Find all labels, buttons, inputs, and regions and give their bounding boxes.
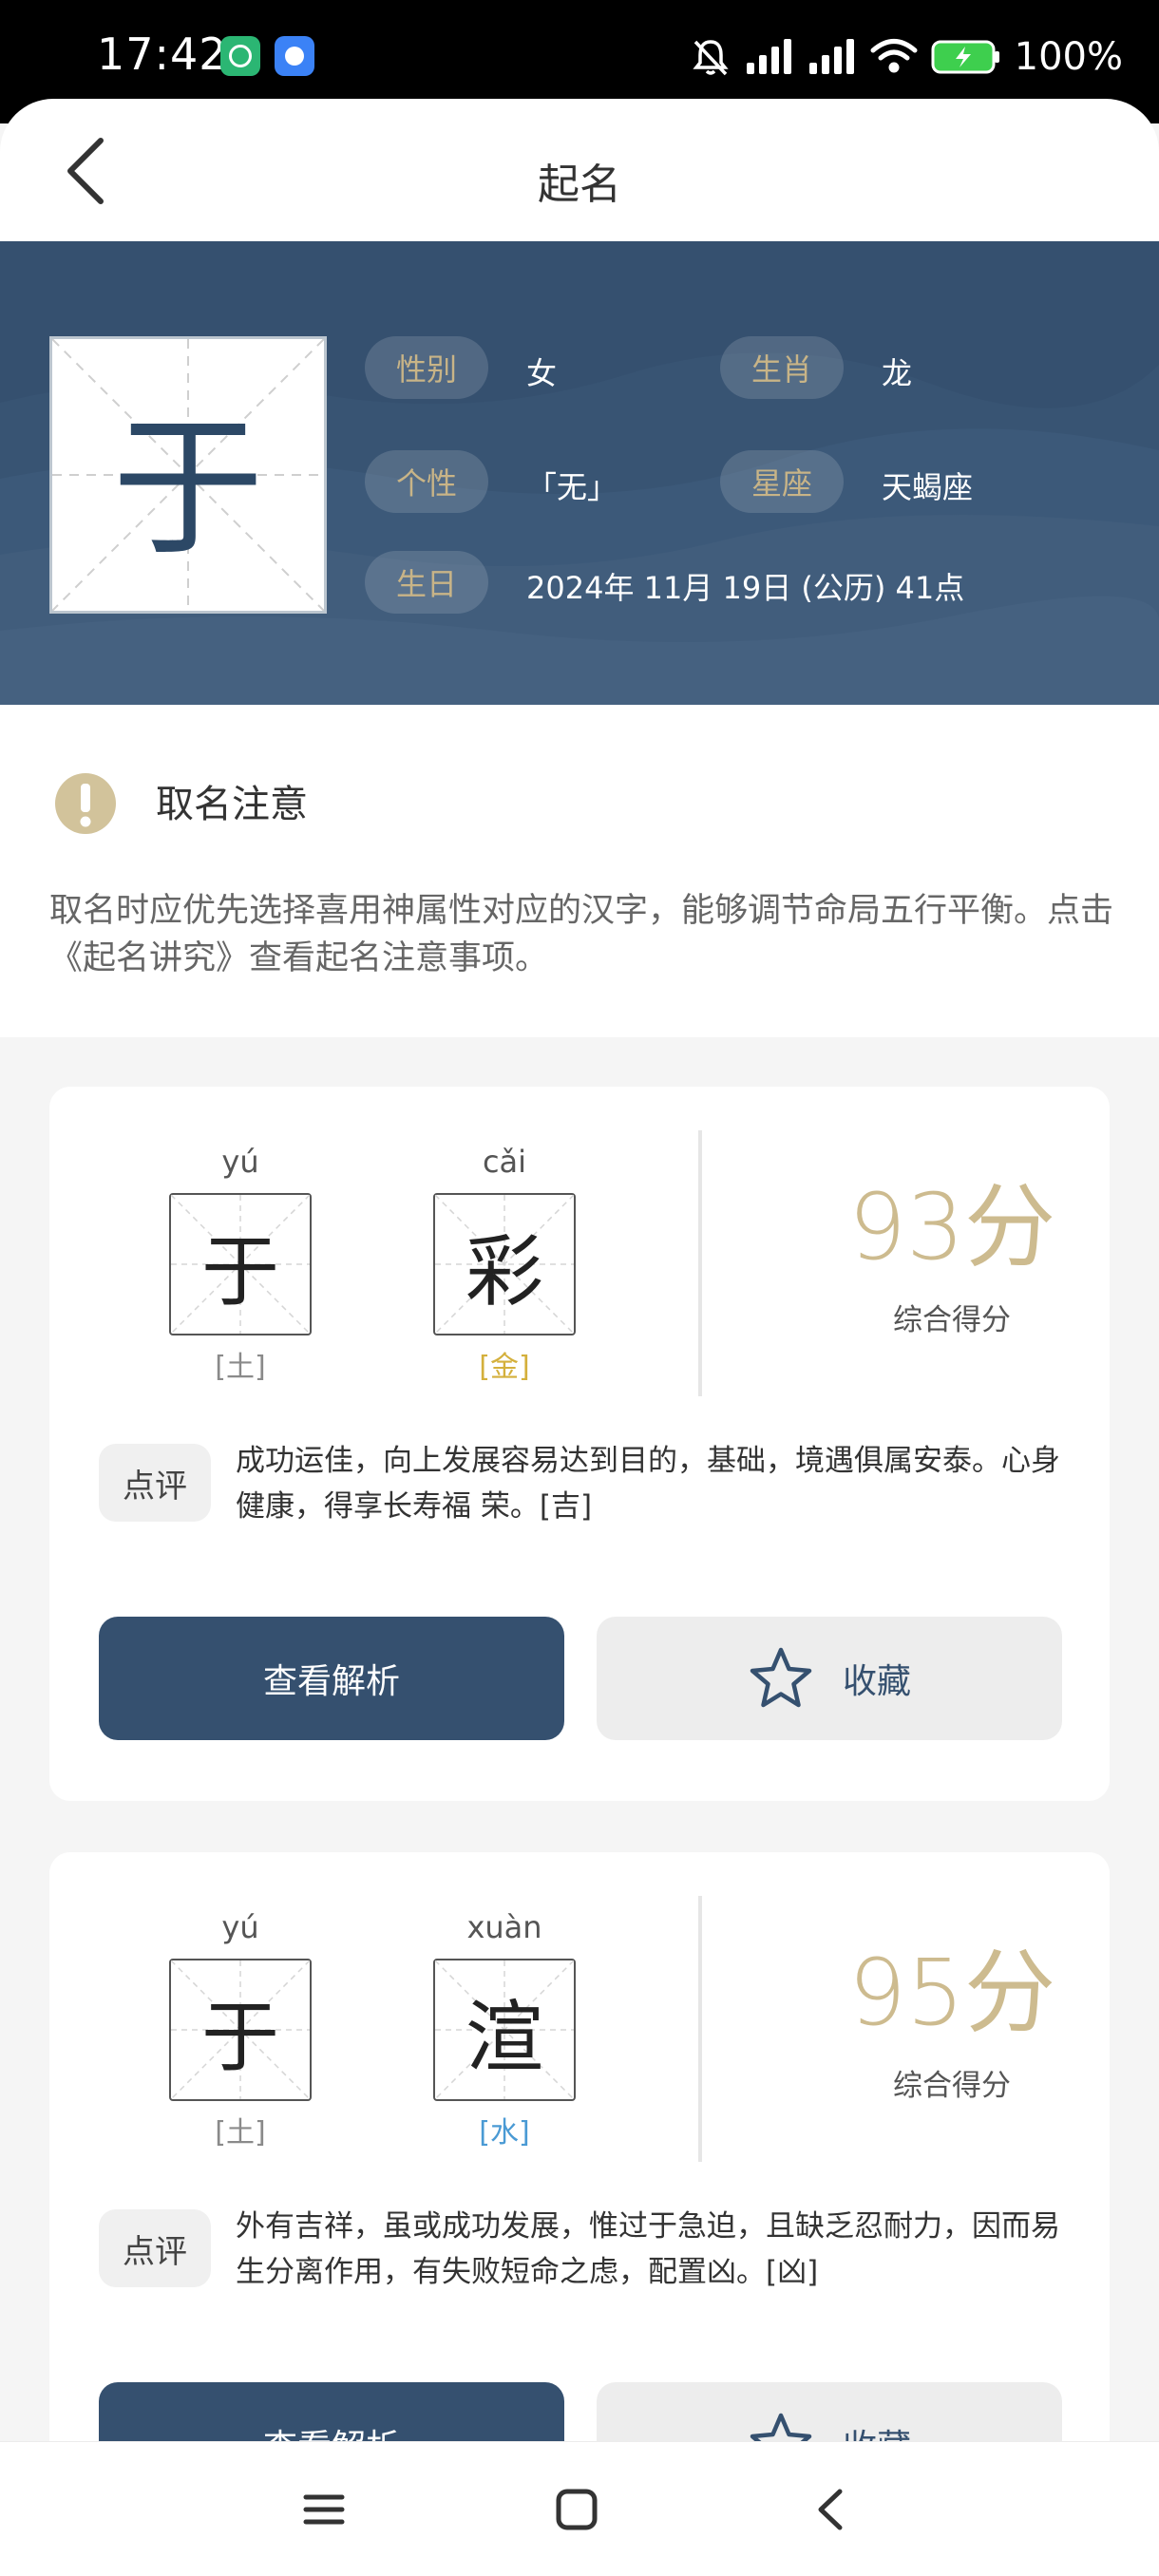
personality-value: 「无」 xyxy=(526,469,618,505)
pinyin-label: xuàn xyxy=(466,1909,542,1945)
notice-text: 取名时应优先选择喜用神属性对应的汉字，能够调节命局五行平衡。点击《起名讲究》查看… xyxy=(49,892,1114,977)
signal-icon xyxy=(746,39,791,74)
review-text: 外有吉祥，虽或成功发展，惟过于急迫，且缺乏忍耐力，因而易生分离作用，有失败短命之… xyxy=(236,2209,1060,2289)
character-box: 于 xyxy=(169,1959,312,2101)
notice-title: 取名注意 xyxy=(156,783,308,826)
status-time: 17:42 xyxy=(97,28,228,80)
divider xyxy=(698,1130,702,1396)
favorite-button[interactable]: 收藏 xyxy=(597,1617,1062,1740)
back-icon xyxy=(818,2489,843,2530)
zodiac-label: 生肖 xyxy=(720,336,844,399)
status-icons: 100% xyxy=(690,28,1123,85)
profile-banner: 于 性别 女 生肖 龙 个性 「无」 星座 天蝎座 生日 2024年 11月 1… xyxy=(0,241,1159,705)
zodiac-value: 龙 xyxy=(882,355,913,391)
element-label: [土] xyxy=(215,1351,266,1384)
back-nav-button[interactable] xyxy=(798,2476,864,2543)
system-nav-bar xyxy=(0,2441,1159,2576)
review-tag: 点评 xyxy=(99,1444,211,1522)
battery-icon xyxy=(931,40,999,74)
favorite-label: 收藏 xyxy=(842,1662,911,1701)
view-analysis-button[interactable]: 查看解析 xyxy=(99,1617,564,1740)
menu-button[interactable] xyxy=(291,2476,357,2543)
character-box: 于 xyxy=(169,1193,312,1335)
header: 起名 xyxy=(0,99,1159,241)
signal-icon xyxy=(808,39,854,74)
element-label: [土] xyxy=(215,2116,266,2150)
element-label: [金] xyxy=(479,1351,530,1384)
home-button[interactable] xyxy=(543,2476,610,2543)
pinyin-label: cǎi xyxy=(482,1144,527,1180)
app-notification-icon xyxy=(220,36,260,76)
name-character: 于 xyxy=(200,1226,279,1317)
page: 17:42 100% 起名 于 性别 女 生肖 龙 个性 「无」 星座 天蝎座 … xyxy=(0,0,1159,2576)
constellation-label: 星座 xyxy=(720,450,844,513)
wifi-icon xyxy=(870,39,918,73)
surname-character: 于 xyxy=(111,399,264,577)
divider xyxy=(698,1896,702,2162)
review-tag: 点评 xyxy=(99,2209,211,2287)
home-icon xyxy=(556,2489,598,2530)
constellation-value: 天蝎座 xyxy=(882,469,974,505)
score-value: 93分 xyxy=(847,1174,1056,1280)
gender-value: 女 xyxy=(526,355,558,391)
mute-icon xyxy=(692,40,729,76)
pinyin-label: yú xyxy=(221,1144,259,1180)
page-title: 起名 xyxy=(538,161,621,209)
name-character: 于 xyxy=(200,1992,279,2083)
name-character: 渲 xyxy=(465,1992,543,2083)
score-label: 综合得分 xyxy=(893,1303,1011,1337)
surname-character-box: 于 xyxy=(49,336,327,614)
score-value: 95分 xyxy=(847,1940,1056,2046)
exclamation-icon xyxy=(55,773,116,834)
character-box: 彩 xyxy=(433,1193,576,1335)
birthday-label: 生日 xyxy=(365,551,488,614)
star-icon xyxy=(750,1647,812,1708)
app-notification-icon xyxy=(275,36,314,76)
name-character: 彩 xyxy=(465,1226,543,1317)
name-card: yú 于 [土] cǎi 彩 [金] 93分 综合得分 点评 成功运佳，向上发展… xyxy=(49,1087,1110,1801)
birthday-value: 2024年 11月 19日 (公历) 41点 xyxy=(526,570,965,606)
personality-label: 个性 xyxy=(365,450,488,513)
battery-percent: 100% xyxy=(1014,35,1123,79)
score-label: 综合得分 xyxy=(893,2069,1011,2103)
menu-icon xyxy=(303,2494,345,2525)
pinyin-label: yú xyxy=(221,1909,259,1945)
character-box: 渲 xyxy=(433,1959,576,2101)
naming-notice: 取名注意 取名时应优先选择喜用神属性对应的汉字，能够调节命局五行平衡。点击《起名… xyxy=(0,705,1159,1037)
element-label: [水] xyxy=(479,2116,530,2150)
gender-label: 性别 xyxy=(365,336,488,399)
review-text: 成功运佳，向上发展容易达到目的，基础，境遇俱属安泰。心身健康，得享长寿福 荣。[… xyxy=(236,1444,1060,1524)
